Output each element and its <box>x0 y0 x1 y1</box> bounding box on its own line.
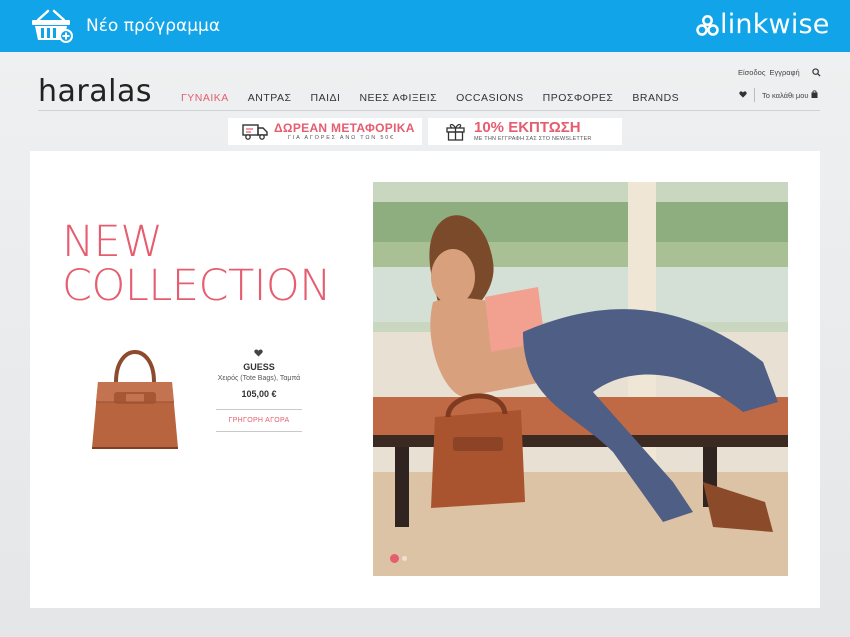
haralas-logo[interactable]: haralas <box>38 74 152 109</box>
program-title: Νέο πρόγραμμα <box>86 16 221 36</box>
discount-banner[interactable]: 10% ΕΚΠΤΩΣΗ ΜΕ ΤΗΝ ΕΓΓΡΑΦΗ ΣΑΣ ΣΤΟ NEWSL… <box>428 118 622 145</box>
shopping-bag-icon[interactable] <box>811 90 818 98</box>
product-category: Χειρός (Tote Bags), Ταμπά <box>217 375 301 382</box>
free-shipping-subtitle: ΓΙΑ ΑΓΟΡΕΣ ΑΝΩ ΤΩΝ 50€ <box>288 135 395 141</box>
slider-dot-active[interactable] <box>390 554 399 563</box>
hero-photo[interactable] <box>373 182 788 576</box>
discount-title: 10% ΕΚΠΤΩΣΗ <box>474 119 581 136</box>
gift-box-icon <box>446 123 465 141</box>
free-shipping-title: ΔΩΡΕΑΝ ΜΕΤΑΦΟΡΙΚΑ <box>274 121 415 135</box>
slider-dot[interactable] <box>402 556 407 561</box>
main-nav: ΓΥΝΑΙΚΑ ΑΝΤΡΑΣ ΠΑΙΔΙ ΝΕΕΣ ΑΦΙΞΕΙΣ OCCASI… <box>181 92 698 104</box>
delivery-truck-icon <box>242 124 268 140</box>
product-bag-image[interactable] <box>86 342 184 450</box>
nav-new-arrivals[interactable]: ΝΕΕΣ ΑΦΙΞΕΙΣ <box>359 92 437 104</box>
product-wishlist-heart-icon[interactable] <box>254 349 263 357</box>
headline-line-1: NEW <box>62 217 163 267</box>
account-links: Είσοδος Εγγραφή <box>738 68 802 77</box>
register-link[interactable]: Εγγραφή <box>770 68 800 77</box>
search-icon[interactable] <box>812 68 821 77</box>
quick-buy-button[interactable]: ΓΡΗΓΟΡΗ ΑΓΟΡΑ <box>216 409 302 432</box>
header-divider-line <box>38 110 820 111</box>
free-shipping-banner[interactable]: ΔΩΡΕΑΝ ΜΕΤΑΦΟΡΙΚΑ ΓΙΑ ΑΓΟΡΕΣ ΑΝΩ ΤΩΝ 50€ <box>228 118 422 145</box>
header-divider <box>754 88 755 102</box>
top-banner: Νέο πρόγραμμα linkwise <box>0 0 850 52</box>
login-link[interactable]: Είσοδος <box>738 68 765 77</box>
nav-kids[interactable]: ΠΑΙΔΙ <box>311 92 341 104</box>
nav-offers[interactable]: ΠΡΟΣΦΟΡΕΣ <box>543 92 614 104</box>
nav-occasions[interactable]: OCCASIONS <box>456 92 524 104</box>
product-brand: GUESS <box>243 362 275 372</box>
nav-brands[interactable]: BRANDS <box>632 92 679 104</box>
headline-line-2: COLLECTION <box>62 261 331 311</box>
linkwise-wordmark: linkwise <box>720 9 830 40</box>
product-price: 105,00 € <box>241 389 277 399</box>
cart-link[interactable]: Το καλάθι μου <box>762 91 809 100</box>
discount-subtitle: ΜΕ ΤΗΝ ΕΓΓΡΑΦΗ ΣΑΣ ΣΤΟ NEWSLETTER <box>474 136 592 142</box>
linkwise-logo-icon <box>696 15 719 36</box>
nav-women[interactable]: ΓΥΝΑΙΚΑ <box>181 92 229 104</box>
collection-headline: NEW COLLECTION <box>62 220 331 308</box>
shopping-basket-plus-icon <box>32 9 73 43</box>
wishlist-heart-icon[interactable] <box>739 91 747 98</box>
nav-men[interactable]: ΑΝΤΡΑΣ <box>248 92 292 104</box>
